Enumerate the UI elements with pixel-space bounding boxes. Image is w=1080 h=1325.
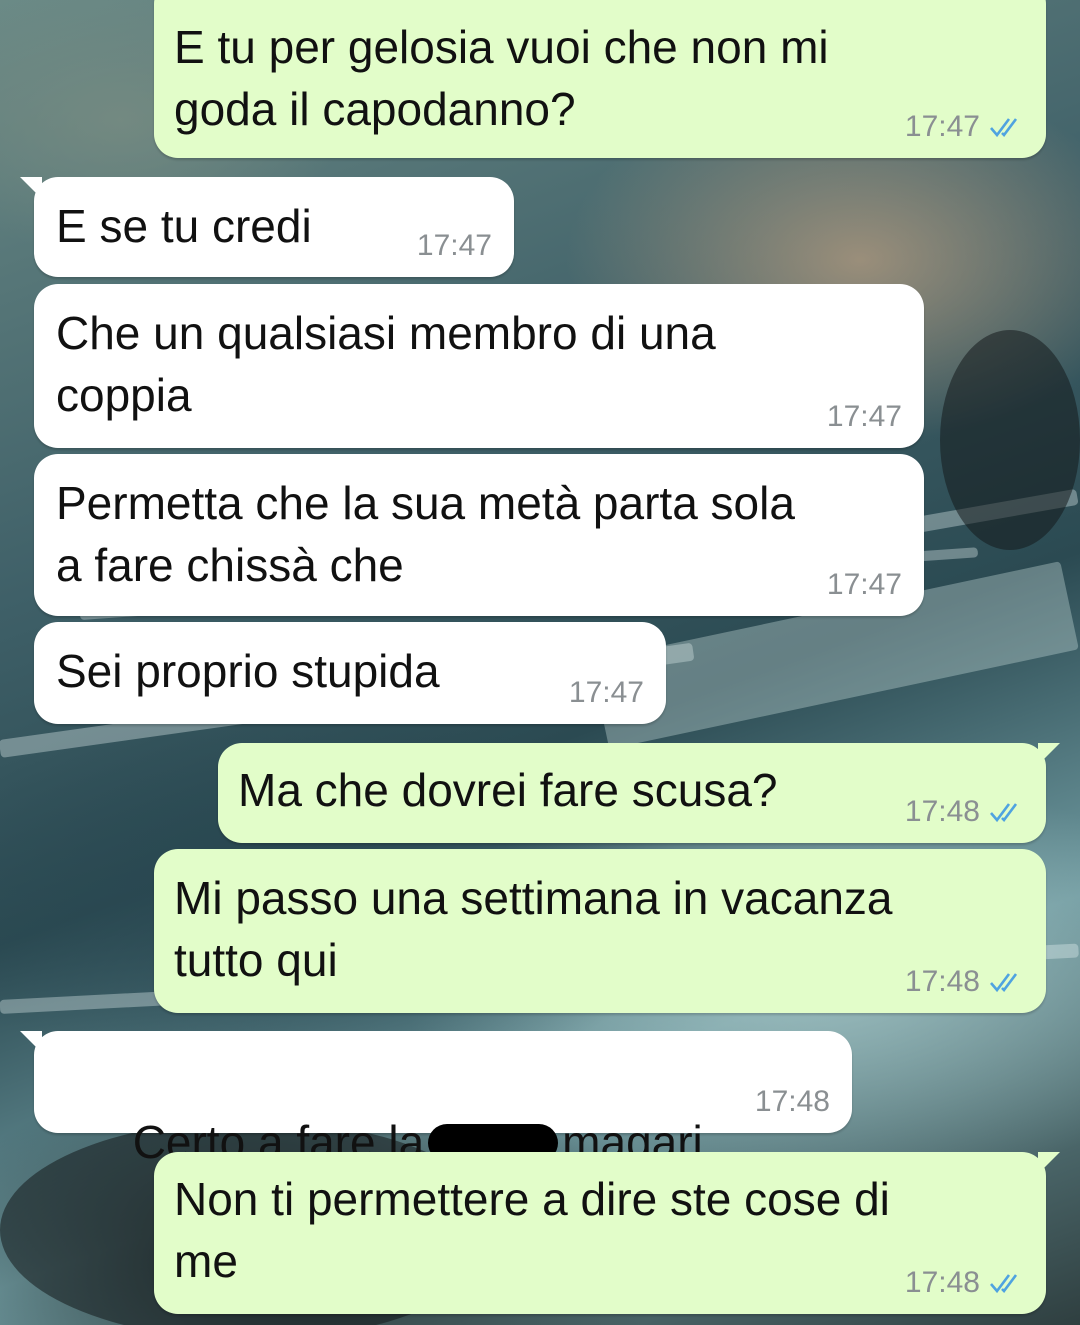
message-time: 17:48 (904, 1266, 980, 1299)
message-text: E tu per gelosia vuoi che non mi goda il… (174, 21, 829, 135)
message-text: Permetta che la sua metà parta sola a fa… (56, 477, 795, 591)
message-meta: 17:48 (905, 1266, 1024, 1300)
message-time: 17:47 (568, 676, 644, 709)
read-double-check-icon (990, 118, 1018, 138)
message-meta: 17:48 (905, 795, 1024, 829)
message-meta: 17:47 (827, 400, 902, 434)
message-bubble-outgoing[interactable]: Non ti permettere a dire ste cose di me … (154, 1152, 1060, 1314)
message-text: Non ti permettere a dire ste cose di me (174, 1173, 890, 1287)
message-bubble-outgoing[interactable]: E tu per gelosia vuoi che non mi goda il… (154, 0, 1060, 158)
message-bubble-incoming[interactable]: Permetta che la sua metà parta sola a fa… (34, 454, 924, 616)
read-double-check-icon (990, 973, 1018, 993)
message-meta: 17:47 (417, 229, 492, 263)
message-text: Sei proprio stupida (56, 645, 440, 697)
message-text: Ma che dovrei fare scusa? (238, 764, 778, 816)
message-meta: 17:48 (905, 965, 1024, 999)
message-text: E se tu credi (56, 200, 312, 252)
read-double-check-icon (990, 1274, 1018, 1294)
message-bubble-incoming[interactable]: Che un qualsiasi membro di una coppia 17… (34, 284, 924, 448)
message-time: 17:47 (416, 229, 492, 262)
message-time: 17:48 (754, 1085, 830, 1118)
message-text: Che un qualsiasi membro di una coppia (56, 307, 716, 421)
message-time: 17:48 (904, 795, 980, 828)
message-meta: 17:47 (569, 676, 644, 710)
message-time: 17:48 (904, 965, 980, 998)
chat-thread[interactable]: E tu per gelosia vuoi che non mi goda il… (0, 0, 1080, 1325)
message-meta: 17:47 (905, 110, 1024, 144)
message-bubble-incoming[interactable]: E se tu credi 17:47 (20, 177, 514, 277)
message-text: Mi passo una settimana in vacanza tutto … (174, 872, 893, 986)
message-bubble-outgoing[interactable]: Ma che dovrei fare scusa? 17:48 (218, 743, 1060, 843)
message-time: 17:47 (904, 110, 980, 143)
message-bubble-outgoing[interactable]: Mi passo una settimana in vacanza tutto … (154, 849, 1046, 1013)
message-time: 17:47 (826, 568, 902, 601)
message-bubble-incoming[interactable]: Sei proprio stupida 17:47 (34, 622, 666, 724)
read-double-check-icon (990, 803, 1018, 823)
message-time: 17:47 (826, 400, 902, 433)
message-meta: 17:47 (827, 568, 902, 602)
message-meta: 17:48 (755, 1085, 830, 1119)
message-bubble-incoming[interactable]: Certo a fare la magari 17:48 (20, 1031, 852, 1168)
